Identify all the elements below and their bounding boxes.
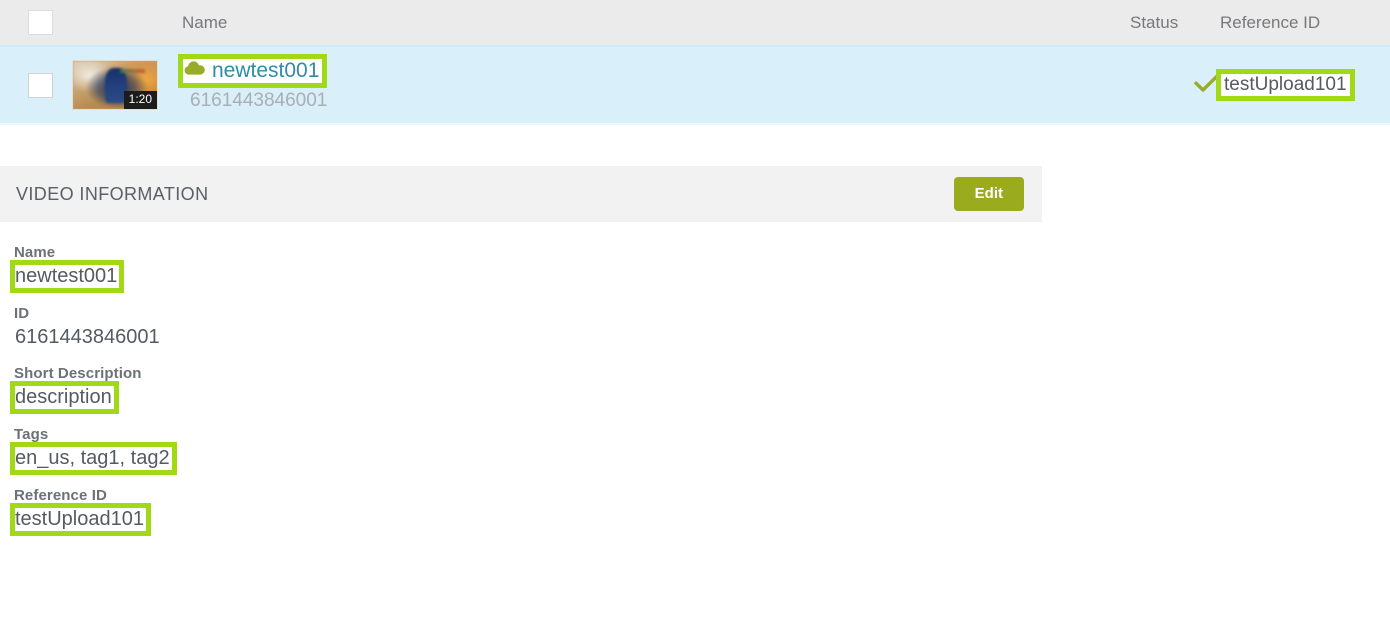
thumbnail-header xyxy=(72,0,182,46)
field-id: ID 6161443846001 xyxy=(14,305,1390,349)
field-value-id: 6161443846001 xyxy=(15,326,160,348)
field-value-short-description-wrap: description xyxy=(10,381,1390,414)
field-name: Name newtest001 xyxy=(9,244,1390,293)
field-label-reference-id: Reference ID xyxy=(14,487,107,504)
row-select-cell xyxy=(0,46,72,124)
row-checkbox[interactable] xyxy=(28,72,53,98)
field-value-reference-id-wrap: testUpload101 xyxy=(10,503,1390,536)
field-value-name: newtest001 xyxy=(9,260,125,293)
video-information-fields: Name newtest001 ID 6161443846001 Short D… xyxy=(0,222,1390,536)
column-header-name[interactable]: Name xyxy=(182,0,1130,46)
thumbnail-detail xyxy=(120,68,146,73)
field-label-tags: Tags xyxy=(14,426,49,443)
video-name-highlight: newtest001 xyxy=(177,54,328,88)
row-thumbnail-cell: 1:20 xyxy=(72,46,182,124)
select-all-checkbox[interactable] xyxy=(28,10,53,35)
page-title: VIDEO INFORMATION xyxy=(16,183,209,204)
table-row[interactable]: 1:20 newtest001 6161443846001 testUpload… xyxy=(0,46,1390,124)
row-status-cell xyxy=(1130,46,1220,124)
video-list-table: Name Status Reference ID 1:20 newtest001… xyxy=(0,0,1390,125)
duration-badge: 1:20 xyxy=(123,91,157,109)
field-tags: Tags en_us, tag1, tag2 xyxy=(10,426,1390,475)
select-all-header xyxy=(0,0,72,46)
row-reference-id-cell: testUpload101 xyxy=(1216,46,1390,124)
field-value-tags-wrap: en_us, tag1, tag2 xyxy=(10,442,1390,475)
row-name-cell: newtest001 6161443846001 xyxy=(177,46,1130,124)
field-value-tags: en_us, tag1, tag2 xyxy=(10,442,177,475)
field-label-name: Name xyxy=(14,244,56,261)
field-value-name-wrap: newtest001 xyxy=(9,260,1390,293)
video-information-panel-header: VIDEO INFORMATION Edit xyxy=(0,166,1042,222)
video-id-text: 6161443846001 xyxy=(190,90,328,111)
reference-id-value: testUpload101 xyxy=(1216,69,1355,101)
field-label-id: ID xyxy=(14,305,30,322)
edit-button[interactable]: Edit xyxy=(953,177,1024,211)
video-name-link[interactable]: newtest001 xyxy=(212,58,319,83)
table-header-row: Name Status Reference ID xyxy=(0,0,1390,46)
field-short-description: Short Description description xyxy=(10,365,1390,414)
cloud-icon xyxy=(184,60,206,81)
field-value-reference-id: testUpload101 xyxy=(10,503,151,536)
column-header-reference-id[interactable]: Reference ID xyxy=(1220,0,1390,46)
field-reference-id: Reference ID testUpload101 xyxy=(10,487,1390,536)
field-label-short-description: Short Description xyxy=(14,365,142,382)
field-value-short-description: description xyxy=(10,381,119,414)
column-header-status[interactable]: Status xyxy=(1130,0,1220,46)
check-icon xyxy=(1194,72,1220,99)
video-thumbnail[interactable]: 1:20 xyxy=(72,60,158,110)
